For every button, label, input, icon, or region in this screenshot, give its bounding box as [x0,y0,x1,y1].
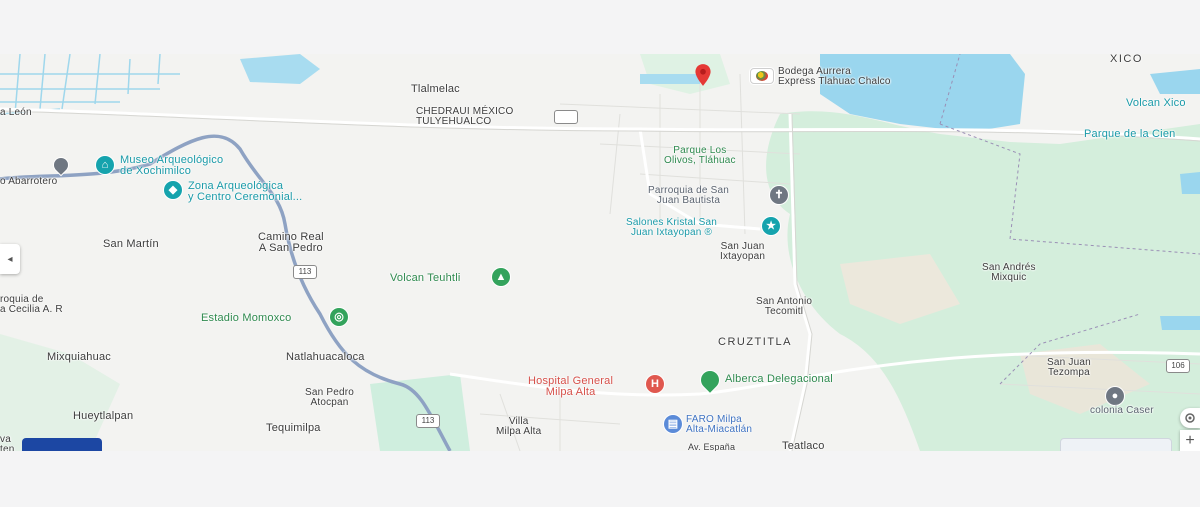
archaeological-site-icon[interactable]: ◆ [164,181,182,199]
place-label: Hueytlalpan [73,410,134,422]
place-label: San Antonio Tecomitl [756,296,813,317]
imagery-thumbnail[interactable] [22,438,102,451]
place-label: Museo Arqueológico de Xochimilco [120,154,224,177]
place-label: San Juan Ixtayopan [720,241,766,262]
stadium-icon[interactable]: ◎ [330,308,348,326]
map-canvas[interactable]: Tlalmelac CHEDRAUI MÉXICO TULYEHUALCO XIC… [0,54,1200,451]
place-label: Natlahuacaloca [286,351,365,363]
place-label: va ten [0,434,15,452]
place-label: Parroquia de San Juan Bautista [648,185,730,206]
collapse-panel-button[interactable]: ◂ [0,244,20,274]
place-label: a León [0,107,32,118]
zoom-in-button[interactable]: + [1180,430,1200,451]
water-body [1180,172,1200,194]
place-label: San Pedro Atocpan [305,387,355,408]
cultural-center-icon[interactable]: ▤ [664,415,682,433]
hospital-icon[interactable]: H [646,375,664,393]
water-body [1150,69,1200,94]
place-label: San Juan Tezompa [1047,357,1091,378]
place-label: Teatlaco [782,440,825,452]
place-label: Zona Arqueológica y Centro Ceremonial... [188,180,303,203]
place-label: FARO Milpa Alta-Miacatlán [686,414,753,435]
street-label: Av. España [688,442,736,451]
place-label: roquia de a Cecilia A. R [0,294,63,315]
location-target-icon[interactable] [1180,408,1200,428]
canals [0,54,180,115]
map-pin-icon[interactable] [690,62,716,88]
museum-icon[interactable]: ⌂ [96,156,114,174]
place-label: Salones Kristal San Juan Ixtayopan ® [626,217,718,238]
place-label: Estadio Momoxco [201,312,292,324]
place-label: Villa Milpa Alta [496,416,542,437]
store-logo-icon [750,68,774,84]
church-icon[interactable]: ✝ [770,186,788,204]
store-logo-icon [554,110,578,124]
place-label: colonia Caser [1090,405,1154,416]
event-venue-icon[interactable]: ★ [762,217,780,235]
place-label: Mixquiahuac [47,351,111,363]
place-label: Tlalmelac [411,83,460,95]
place-label: San Martín [103,238,159,250]
place-label: Tequimilpa [266,422,321,434]
place-label: Volcan Xico [1126,97,1186,109]
place-label: Volcan Teuhtli [390,272,461,284]
place-label: Parque Los Olivos, Tláhuac [664,145,736,166]
place-label: XICO [1110,54,1143,65]
route-shield: 113 [416,414,440,428]
place-label: Camino Real A San Pedro [258,231,324,254]
water-body [1160,316,1200,330]
place-label: o Abarrotero [0,176,58,187]
volcano-icon[interactable]: ▲ [492,268,510,286]
route-shield: 106 [1166,359,1190,373]
place-label: Alberca Delegacional [725,373,833,385]
location-icon[interactable]: ● [1106,387,1124,405]
place-label: CRUZTITLA [718,336,792,348]
place-label: Parque de la Cien [1084,128,1176,140]
place-label: CHEDRAUI MÉXICO TULYEHUALCO [416,106,514,127]
park-area [370,374,470,451]
place-label: Hospital General Milpa Alta [528,375,614,398]
route-shield: 113 [293,265,317,279]
place-label: San Andrés Mixquic [982,262,1036,283]
water-body [240,54,320,84]
layers-thumbnail[interactable] [1060,438,1172,451]
place-label: Bodega Aurrera Express Tlahuac Chalco [778,66,891,87]
